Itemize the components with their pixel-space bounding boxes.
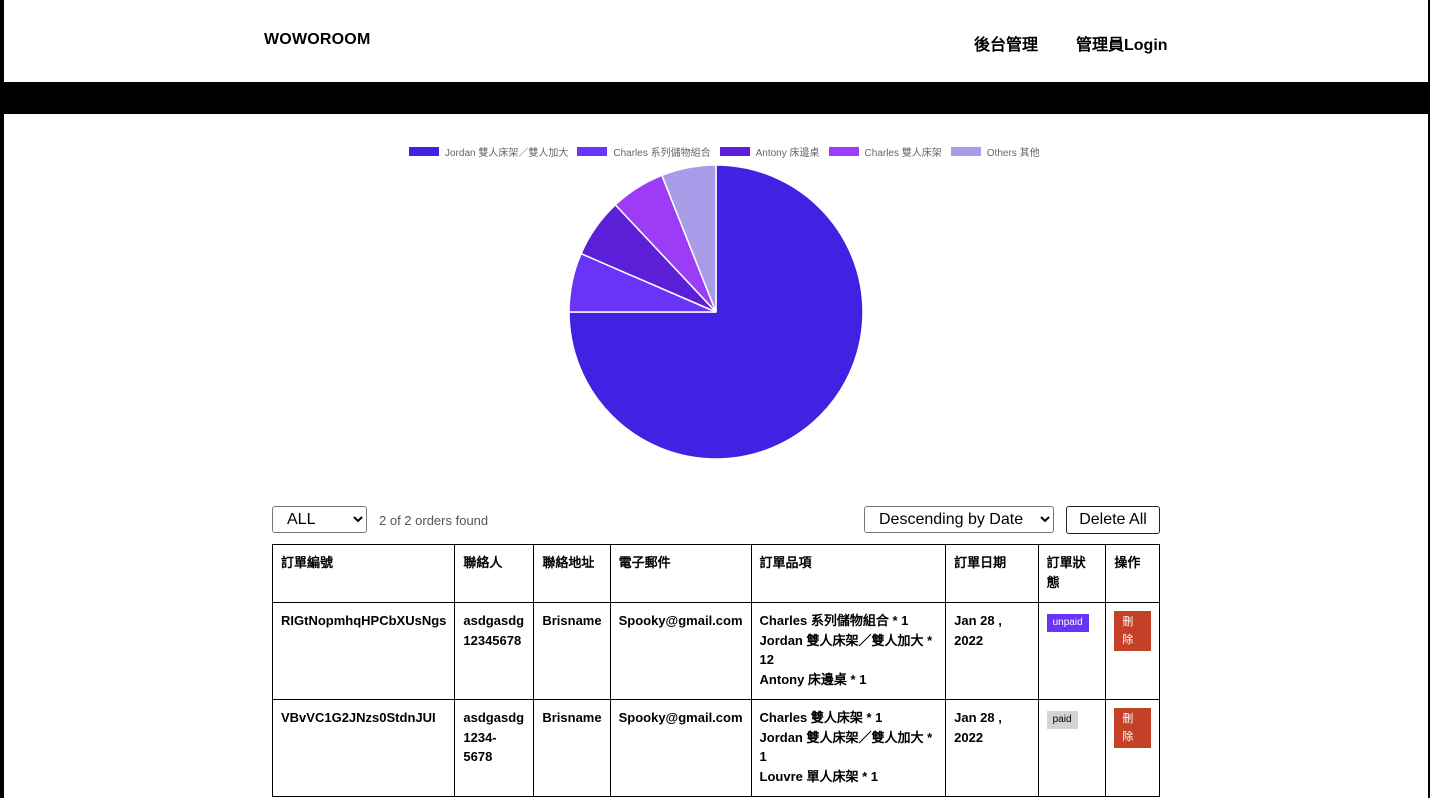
order-address: Brisname bbox=[533, 699, 611, 797]
site-header: WOWOROOM 後台管理 管理員Login bbox=[4, 0, 1428, 82]
order-item: Charles 系列儲物組合 * 1 bbox=[759, 613, 909, 628]
order-items: Charles 雙人床架 * 1 Jordan 雙人床架／雙人加大 * 1 Lo… bbox=[750, 699, 947, 797]
chart-legend: Jordan 雙人床架／雙人加大 Charles 系列儲物組合 Antony 床邊桌… bbox=[409, 144, 1040, 159]
order-id: RIGtNopmhqHPCbXUsNgs bbox=[271, 602, 456, 700]
legend-swatch bbox=[828, 146, 859, 156]
orders-table: 訂單編號 聯絡人 聯絡地址 電子郵件 訂單品項 訂單日期 訂單狀態 操作 RIG… bbox=[271, 544, 1160, 797]
legend-swatch bbox=[409, 146, 439, 156]
order-email: Spooky@gmail.com bbox=[609, 699, 752, 797]
table-header-row: 訂單編號 聯絡人 聯絡地址 電子郵件 訂單品項 訂單日期 訂單狀態 操作 bbox=[271, 544, 1160, 603]
status-badge[interactable]: unpaid bbox=[1046, 614, 1089, 632]
delete-order-button[interactable]: 刪除 bbox=[1114, 611, 1151, 651]
th-date: 訂單日期 bbox=[945, 544, 1039, 603]
table-row: VBvVC1G2JNzs0StdnJUI asdgasdg 1234-5678 … bbox=[271, 699, 1160, 797]
legend-label: Charles 雙人床架 bbox=[864, 147, 942, 159]
order-contact: asdgasdg 12345678 bbox=[454, 602, 535, 700]
order-action-cell: 刪除 bbox=[1105, 699, 1160, 797]
header-divider-bar bbox=[4, 82, 1428, 114]
legend-swatch bbox=[950, 146, 981, 156]
th-email: 電子郵件 bbox=[609, 544, 752, 603]
th-order-id: 訂單編號 bbox=[271, 544, 456, 603]
order-item: Jordan 雙人床架／雙人加大 * 12 bbox=[759, 632, 933, 668]
order-item: Antony 床邊桌 * 1 bbox=[759, 671, 867, 687]
legend-item[interactable]: Charles 系列儲物組合 bbox=[577, 144, 711, 159]
legend-label: Others 其他 bbox=[986, 147, 1040, 159]
legend-item[interactable]: Charles 雙人床架 bbox=[828, 144, 942, 159]
legend-swatch bbox=[719, 146, 750, 156]
nav-admin-login-link[interactable]: 管理員Login bbox=[1076, 31, 1168, 55]
legend-item[interactable]: Others 其他 bbox=[950, 144, 1040, 159]
legend-label: Antony 床邊桌 bbox=[755, 147, 820, 159]
window-left-edge bbox=[0, 0, 4, 798]
th-contact: 聯絡人 bbox=[454, 544, 535, 603]
order-item: Louvre 單人床架 * 1 bbox=[759, 768, 878, 784]
orders-found-count: 2 of 2 orders found bbox=[379, 513, 489, 528]
th-address: 聯絡地址 bbox=[533, 544, 611, 603]
table-row: RIGtNopmhqHPCbXUsNgs asdgasdg 12345678 B… bbox=[271, 602, 1160, 700]
th-status: 訂單狀態 bbox=[1037, 544, 1107, 603]
revenue-pie-chart bbox=[566, 162, 866, 462]
legend-label: Charles 系列儲物組合 bbox=[613, 147, 711, 159]
order-action-cell: 刪除 bbox=[1105, 602, 1160, 700]
delete-order-button[interactable]: 刪除 bbox=[1114, 708, 1151, 748]
status-badge[interactable]: paid bbox=[1046, 711, 1078, 729]
legend-swatch bbox=[577, 146, 608, 156]
legend-label: Jordan 雙人床架／雙人加大 bbox=[445, 147, 569, 159]
order-contact: asdgasdg 1234-5678 bbox=[454, 699, 535, 797]
order-id: VBvVC1G2JNzs0StdnJUI bbox=[271, 699, 456, 797]
th-items: 訂單品項 bbox=[750, 544, 947, 603]
order-status-cell: unpaid bbox=[1037, 602, 1107, 700]
order-item: Charles 雙人床架 * 1 bbox=[759, 710, 883, 725]
site-logo[interactable]: WOWOROOM bbox=[264, 31, 370, 49]
order-date: Jan 28 , 2022 bbox=[945, 699, 1039, 797]
delete-all-button[interactable]: Delete All bbox=[1066, 506, 1160, 534]
order-sort-select[interactable]: Descending by Date bbox=[864, 506, 1054, 533]
pie-chart-svg bbox=[568, 164, 864, 460]
order-items: Charles 系列儲物組合 * 1 Jordan 雙人床架／雙人加大 * 12… bbox=[750, 602, 947, 700]
order-status-cell: paid bbox=[1037, 699, 1107, 797]
order-item: Jordan 雙人床架／雙人加大 * 1 bbox=[759, 729, 933, 765]
order-email: Spooky@gmail.com bbox=[609, 602, 752, 700]
legend-item[interactable]: Jordan 雙人床架／雙人加大 bbox=[409, 144, 568, 159]
legend-item[interactable]: Antony 床邊桌 bbox=[719, 144, 820, 159]
nav-backend-link[interactable]: 後台管理 bbox=[974, 31, 1038, 55]
order-date: Jan 28 , 2022 bbox=[945, 602, 1039, 700]
order-filter-select[interactable]: ALL bbox=[272, 506, 367, 533]
th-action: 操作 bbox=[1105, 544, 1160, 603]
order-address: Brisname bbox=[533, 602, 611, 700]
